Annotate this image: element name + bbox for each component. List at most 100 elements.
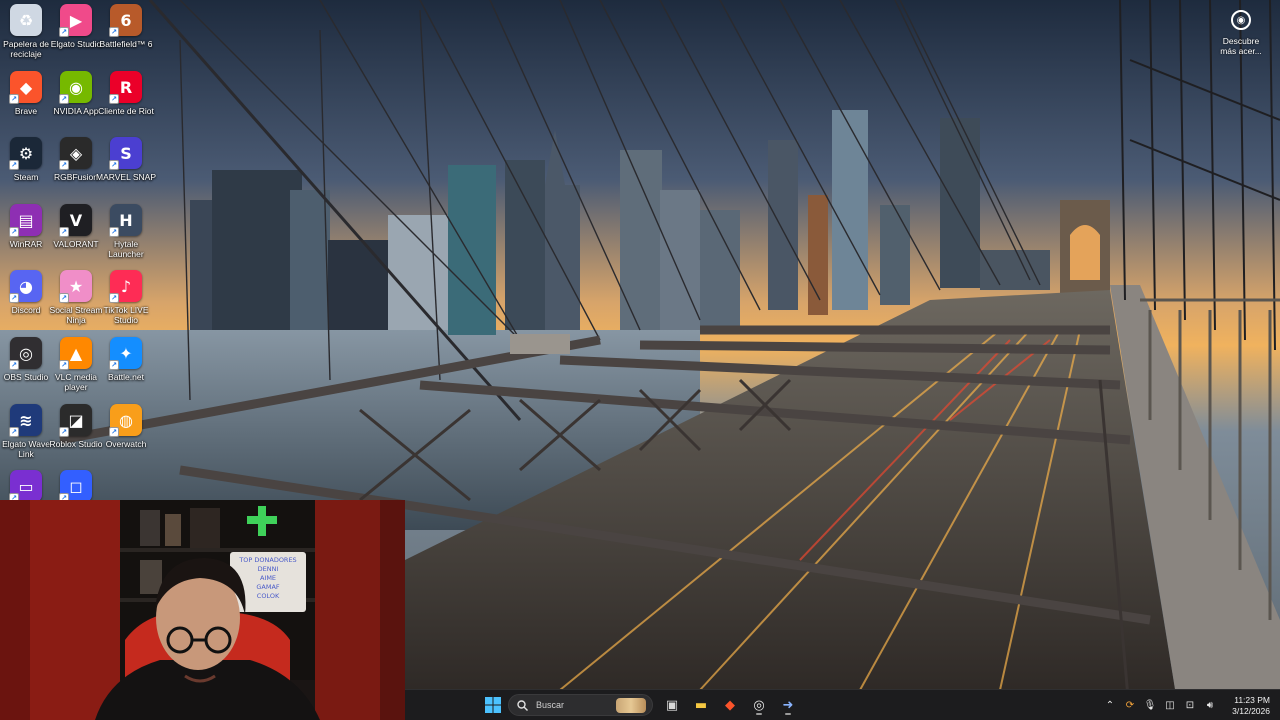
desktop-icon[interactable]: ♻ Papelera de reciclaje [0, 4, 52, 59]
webcam-overlay: TOP DONADORES DENNI AIME GAMAF COLOK [0, 500, 405, 720]
search-highlight-icon[interactable] [616, 698, 646, 713]
sign-line: COLOK [256, 592, 280, 600]
sign-line: GAMAF [256, 583, 280, 591]
shortcut-arrow-icon: ↗ [109, 27, 119, 37]
shortcut-arrow-icon: ↗ [59, 227, 69, 237]
shortcut-arrow-icon: ↗ [109, 160, 119, 170]
network-icon[interactable]: ⊡ [1180, 696, 1200, 716]
desktop-icon[interactable]: ⚙ ↗ Steam [0, 137, 52, 182]
hytale-icon: H ↗ [109, 204, 142, 237]
desktop-icon[interactable]: ✦ ↗ Battle.net [100, 337, 152, 382]
rgbfusion-icon: ◈ ↗ [59, 137, 92, 170]
sign-line: TOP DONADORES [239, 556, 297, 564]
clock-time: 11:23 PM [1234, 694, 1270, 705]
file-explorer-icon: ▬ [694, 697, 708, 713]
shortcut-arrow-icon: ↗ [9, 293, 19, 303]
social-stream-ninja-icon: ★ ↗ [59, 270, 92, 303]
desktop-icon[interactable]: ◪ ↗ Roblox Studio [50, 404, 102, 449]
shortcut-arrow-icon: ↗ [109, 293, 119, 303]
desktop-icon[interactable]: S ↗ MARVEL SNAP [96, 137, 156, 182]
desktop-icon[interactable]: ◎ ↗ OBS Studio [0, 337, 52, 382]
volume-icon[interactable]: 🔊︎ [1200, 696, 1220, 716]
desktop-icon-label: Overwatch [105, 439, 147, 449]
desktop-icon[interactable]: R ↗ Cliente de Riot [98, 71, 154, 116]
chrome-taskbar-icon: ◎ [753, 697, 765, 713]
taskbar-app-button[interactable]: ▬ [689, 694, 713, 716]
running-indicator [785, 713, 791, 715]
shortcut-arrow-icon: ↗ [9, 427, 19, 437]
taskbar-clock[interactable]: 11:23 PM 3/12/2026 [1220, 695, 1280, 717]
desktop-icon[interactable]: ▤ ↗ WinRAR [0, 204, 52, 249]
shortcut-arrow-icon: ↗ [59, 427, 69, 437]
desktop-icon[interactable]: 6 ↗ Battlefield™ 6 [100, 4, 152, 49]
discover-more-button[interactable]: ◉ Descubre más acer... [1214, 10, 1268, 56]
desktop-icon[interactable]: ★ ↗ Social Stream Ninja [50, 270, 102, 325]
desktop-icon[interactable]: ◻ ↗ [50, 470, 102, 503]
desktop-icon[interactable]: ◍ ↗ Overwatch [100, 404, 152, 449]
top-donors-sign: TOP DONADORES DENNI AIME GAMAF COLOK [232, 556, 304, 601]
riot-client-icon: R ↗ [109, 71, 142, 104]
desktop-icon[interactable]: ♪ ↗ TikTok LIVE Studio [100, 270, 152, 325]
discord-icon: ◕ ↗ [9, 270, 42, 303]
desktop-icon[interactable]: ▭ ↗ [0, 470, 52, 503]
desktop-icon-label: TikTok LIVE Studio [103, 305, 149, 325]
desktop-icon[interactable]: H ↗ Hytale Launcher [100, 204, 152, 259]
desktop-icon[interactable]: ▶ ↗ Elgato Studio [50, 4, 102, 49]
desktop-icon[interactable]: ▲ ↗ VLC media player [50, 337, 102, 392]
shortcut-arrow-icon: ↗ [59, 27, 69, 37]
desktop-icon[interactable]: ◉ ↗ NVIDIA App [50, 71, 102, 116]
shortcut-arrow-icon: ↗ [109, 94, 119, 104]
search-icon [517, 699, 528, 711]
start-button[interactable] [481, 694, 505, 716]
taskbar-app-button[interactable]: ▣ [660, 694, 684, 716]
shortcut-arrow-icon: ↗ [9, 94, 19, 104]
desktop-icon-label: Hytale Launcher [108, 239, 144, 259]
chevron-up-icon[interactable]: ⌃ [1100, 696, 1120, 716]
desktop-icon-label: Cliente de Riot [98, 106, 154, 116]
tiktok-live-icon: ♪ ↗ [109, 270, 142, 303]
taskbar-app-button[interactable]: ➜ [776, 694, 800, 716]
shortcut-arrow-icon: ↗ [109, 427, 119, 437]
shortcut-arrow-icon: ↗ [59, 94, 69, 104]
taskbar-search-box[interactable]: Buscar [508, 694, 653, 716]
cast-app-icon: ▭ ↗ [9, 470, 42, 503]
clock-date: 3/12/2026 [1232, 705, 1270, 716]
recycle-bin-icon: ♻ [10, 4, 42, 36]
desktop-icon-label: Battle.net [108, 372, 144, 382]
shortcut-arrow-icon: ↗ [109, 360, 119, 370]
nvidia-icon: ◉ ↗ [59, 71, 92, 104]
overwatch-icon: ◍ ↗ [109, 404, 142, 437]
roblox-studio-icon: ◪ ↗ [59, 404, 92, 437]
steam-icon: ⚙ ↗ [9, 137, 42, 170]
camera-spotlight-icon: ◉ [1231, 10, 1251, 30]
shortcut-arrow-icon: ↗ [59, 360, 69, 370]
sign-line: AIME [259, 574, 277, 582]
media-app-icon: ➜ [782, 697, 794, 713]
system-tray: ⌃ ⟳ 🎙︎ ◫ ⊡ 🔊︎ 11:23 PM 3/12/2026 [1100, 690, 1280, 720]
desktop-icon[interactable]: ≋ ↗ Elgato Wave Link [0, 404, 52, 459]
sign-line: DENNI [257, 565, 279, 573]
desktop-icon[interactable]: ◈ ↗ RGBFusion [50, 137, 102, 182]
shortcut-arrow-icon: ↗ [9, 160, 19, 170]
marvel-snap-icon: S ↗ [109, 137, 142, 170]
elgato-studio-icon: ▶ ↗ [59, 4, 92, 37]
shortcut-arrow-icon: ↗ [9, 227, 19, 237]
wave-link-icon: ≋ ↗ [9, 404, 42, 437]
desktop-icon-label: MARVEL SNAP [96, 172, 156, 182]
onedrive-sync-icon[interactable]: ⟳ [1120, 696, 1140, 716]
taskbar: Buscar ▣ ▬ ◆ ◎ ➜ ⌃ ⟳ 🎙︎ ◫ ⊡ 🔊︎ 11:23 PM 3/12… [405, 689, 1280, 720]
obs-icon: ◎ ↗ [9, 337, 42, 370]
vlc-icon: ▲ ↗ [59, 337, 92, 370]
shortcut-arrow-icon: ↗ [109, 227, 119, 237]
taskbar-app-button[interactable]: ◎ [747, 694, 771, 716]
desktop-icon[interactable]: ◆ ↗ Brave [0, 71, 52, 116]
brave-icon: ◆ ↗ [9, 71, 42, 104]
desktop-icon[interactable]: V ↗ VALORANT [50, 204, 102, 249]
desktop-icon[interactable]: ◕ ↗ Discord [0, 270, 52, 315]
microphone-icon[interactable]: 🎙︎ [1140, 696, 1160, 716]
battlenet-icon: ✦ ↗ [109, 337, 142, 370]
valorant-icon: V ↗ [59, 204, 92, 237]
taskbar-app-button[interactable]: ◆ [718, 694, 742, 716]
battlefield-icon: 6 ↗ [109, 4, 142, 37]
wifi-icon[interactable]: ◫ [1160, 696, 1180, 716]
